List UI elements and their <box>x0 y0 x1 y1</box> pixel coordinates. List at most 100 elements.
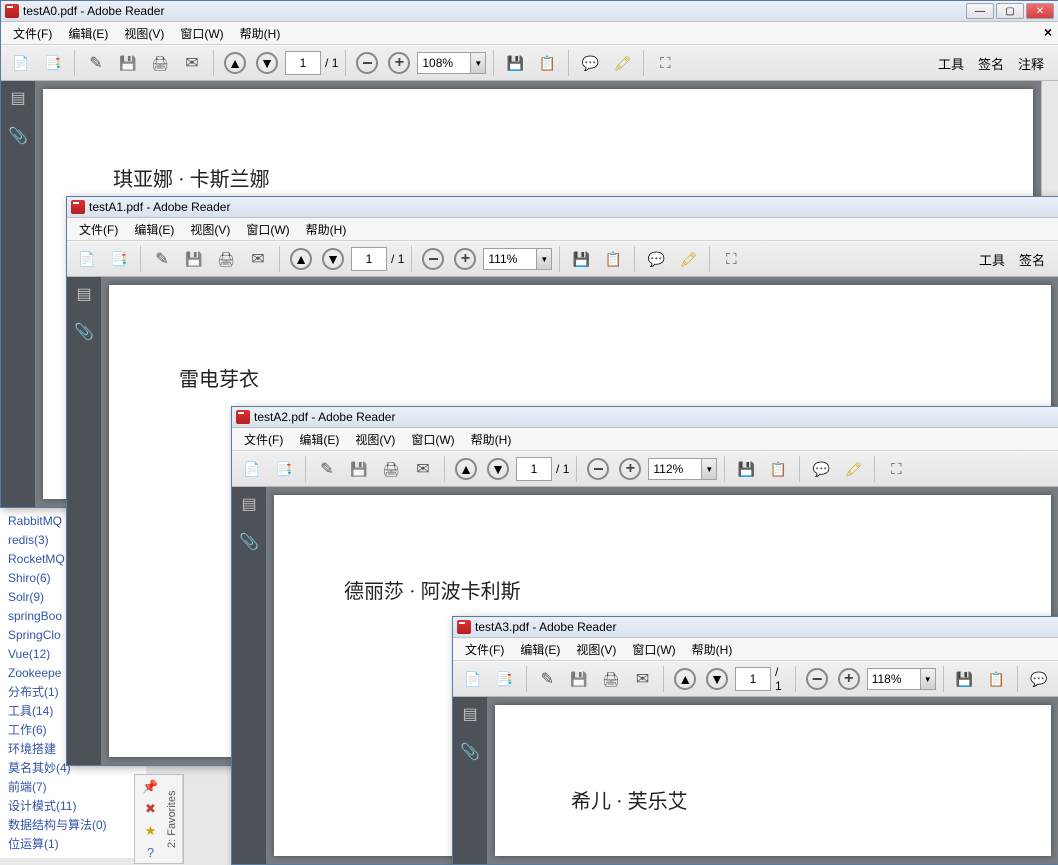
save-copy-button[interactable] <box>732 455 760 483</box>
print-button[interactable] <box>377 455 405 483</box>
highlight-button[interactable] <box>674 245 702 273</box>
attachments-icon[interactable] <box>7 125 29 147</box>
thumbnails-icon[interactable] <box>73 283 95 305</box>
zoom-combo[interactable]: 108% ▼ <box>417 52 486 74</box>
create-pdf-button[interactable] <box>39 49 67 77</box>
email-button[interactable] <box>178 49 206 77</box>
page-up-button[interactable]: ▲ <box>287 245 315 273</box>
chevron-down-icon[interactable]: ▼ <box>920 669 935 689</box>
page-up-button[interactable]: ▲ <box>452 455 480 483</box>
page-up-button[interactable]: ▲ <box>221 49 249 77</box>
email-button[interactable] <box>409 455 437 483</box>
zoom-out-button[interactable] <box>803 665 831 693</box>
read-mode-button[interactable] <box>651 49 679 77</box>
zoom-in-button[interactable] <box>835 665 863 693</box>
tag-link[interactable]: 位运算(1) <box>8 835 138 854</box>
menu-file[interactable]: 文件(F) <box>457 639 512 660</box>
email-button[interactable] <box>244 245 272 273</box>
favorites-label[interactable]: 2: Favorites <box>166 775 183 863</box>
create-pdf-button[interactable] <box>270 455 298 483</box>
menu-view[interactable]: 视图(V) <box>347 429 403 450</box>
menu-window[interactable]: 窗口(W) <box>403 429 462 450</box>
chevron-down-icon[interactable]: ▼ <box>470 53 485 73</box>
create-pdf-button[interactable] <box>491 665 519 693</box>
thumbnails-icon[interactable] <box>238 493 260 515</box>
zoom-out-button[interactable] <box>584 455 612 483</box>
comment-button[interactable] <box>576 49 604 77</box>
menu-view[interactable]: 视图(V) <box>182 219 238 240</box>
titlebar[interactable]: testA3.pdf - Adobe Reader <box>453 617 1058 638</box>
titlebar[interactable]: testA2.pdf - Adobe Reader <box>232 407 1058 428</box>
print-button[interactable] <box>146 49 174 77</box>
convert-button[interactable] <box>82 49 110 77</box>
page-number-input[interactable] <box>735 667 771 691</box>
zoom-combo[interactable]: 118% ▼ <box>867 668 936 690</box>
open-button[interactable] <box>73 245 101 273</box>
page-down-button[interactable]: ▼ <box>253 49 281 77</box>
page-number-input[interactable] <box>516 457 552 481</box>
zoom-in-button[interactable] <box>451 245 479 273</box>
remove-icon[interactable]: ✖ <box>145 801 156 817</box>
create-pdf-button[interactable] <box>105 245 133 273</box>
minimize-button[interactable]: — <box>966 3 994 19</box>
zoom-in-button[interactable] <box>385 49 413 77</box>
page-number-input[interactable] <box>351 247 387 271</box>
attachments-icon[interactable] <box>459 741 481 763</box>
menu-window[interactable]: 窗口(W) <box>238 219 297 240</box>
star-icon[interactable]: ★ <box>145 823 157 839</box>
zoom-in-button[interactable] <box>616 455 644 483</box>
zoom-out-button[interactable] <box>353 49 381 77</box>
close-button[interactable]: ✕ <box>1026 3 1054 19</box>
save-copy-button[interactable] <box>567 245 595 273</box>
snapshot-button[interactable] <box>764 455 792 483</box>
page-down-button[interactable]: ▼ <box>484 455 512 483</box>
page-down-button[interactable]: ▼ <box>319 245 347 273</box>
page-up-button[interactable]: ▲ <box>671 665 699 693</box>
menu-window[interactable]: 窗口(W) <box>624 639 683 660</box>
convert-button[interactable] <box>313 455 341 483</box>
thumbnails-icon[interactable] <box>459 703 481 725</box>
chevron-down-icon[interactable]: ▼ <box>701 459 716 479</box>
tools-link[interactable]: 工具 <box>938 54 964 73</box>
menu-help[interactable]: 帮助(H) <box>298 219 355 240</box>
titlebar[interactable]: testA0.pdf - Adobe Reader — ▢ ✕ <box>1 1 1058 22</box>
open-button[interactable] <box>238 455 266 483</box>
menu-window[interactable]: 窗口(W) <box>172 23 231 44</box>
convert-button[interactable] <box>148 245 176 273</box>
zoom-combo[interactable]: 111% ▼ <box>483 248 552 270</box>
menu-help[interactable]: 帮助(H) <box>232 23 289 44</box>
menu-view[interactable]: 视图(V) <box>568 639 624 660</box>
menu-edit[interactable]: 编辑(E) <box>291 429 347 450</box>
open-button[interactable] <box>459 665 487 693</box>
menu-edit[interactable]: 编辑(E) <box>512 639 568 660</box>
page-number-input[interactable] <box>285 51 321 75</box>
comment-link[interactable]: 注释 <box>1018 54 1044 73</box>
snapshot-button[interactable] <box>599 245 627 273</box>
sign-link[interactable]: 签名 <box>978 54 1004 73</box>
print-button[interactable] <box>212 245 240 273</box>
read-mode-button[interactable] <box>717 245 745 273</box>
save-copy-button[interactable] <box>951 665 979 693</box>
email-button[interactable] <box>629 665 657 693</box>
snapshot-button[interactable] <box>982 665 1010 693</box>
menu-edit[interactable]: 编辑(E) <box>60 23 116 44</box>
menu-file[interactable]: 文件(F) <box>5 23 60 44</box>
help-icon[interactable]: ? <box>147 845 154 860</box>
attachments-icon[interactable] <box>238 531 260 553</box>
tag-link[interactable]: 前端(7) <box>8 778 138 797</box>
page-down-button[interactable]: ▼ <box>703 665 731 693</box>
print-button[interactable] <box>597 665 625 693</box>
menu-help[interactable]: 帮助(H) <box>684 639 741 660</box>
menu-file[interactable]: 文件(F) <box>236 429 291 450</box>
sign-link[interactable]: 签名 <box>1019 250 1045 269</box>
pin-icon[interactable]: 📌 <box>142 779 158 795</box>
tag-link[interactable]: 设计模式(11) <box>8 797 138 816</box>
thumbnails-icon[interactable] <box>7 87 29 109</box>
titlebar[interactable]: testA1.pdf - Adobe Reader <box>67 197 1058 218</box>
save-button[interactable] <box>565 665 593 693</box>
menu-help[interactable]: 帮助(H) <box>463 429 520 450</box>
attachments-icon[interactable] <box>73 321 95 343</box>
snapshot-button[interactable] <box>533 49 561 77</box>
zoom-combo[interactable]: 112% ▼ <box>648 458 717 480</box>
read-mode-button[interactable] <box>882 455 910 483</box>
